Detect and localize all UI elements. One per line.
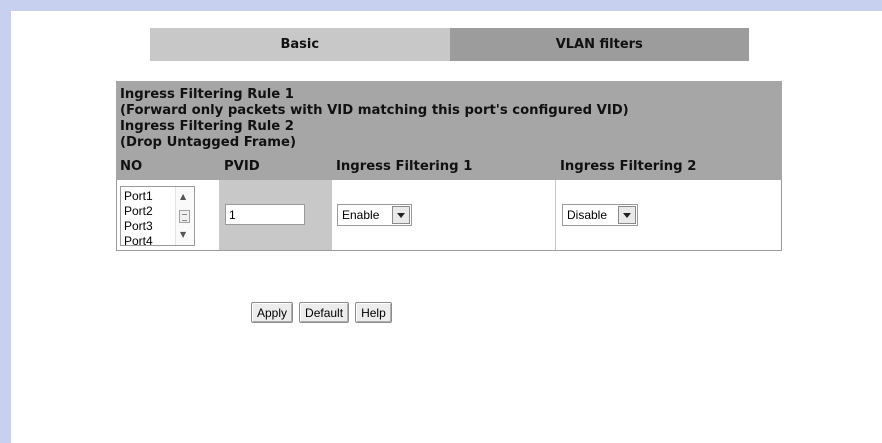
ingress-filtering-1-select[interactable]: Enable bbox=[337, 204, 412, 226]
header-ingress-2: Ingress Filtering 2 bbox=[560, 159, 697, 174]
scroll-down-icon[interactable]: ▼ bbox=[180, 231, 186, 239]
pvid-input[interactable]: 1 bbox=[225, 204, 305, 225]
ingress-2-value: Disable bbox=[567, 208, 608, 222]
default-button[interactable]: Default bbox=[299, 302, 350, 323]
rule-1-desc: (Forward only packets with VID matching … bbox=[120, 103, 629, 118]
header-ingress-1: Ingress Filtering 1 bbox=[336, 159, 473, 174]
tab-basic[interactable]: Basic bbox=[150, 28, 450, 61]
rule-1-title: Ingress Filtering Rule 1 bbox=[120, 87, 294, 102]
port-option[interactable]: Port1 bbox=[124, 189, 153, 204]
scroll-up-icon[interactable]: ▲ bbox=[180, 193, 186, 201]
port-listbox[interactable]: Port1 Port2 Port3 Port4 ▲ ▼ bbox=[120, 186, 195, 246]
scroll-thumb[interactable] bbox=[179, 210, 190, 223]
rules-description: Ingress Filtering Rule 1 (Forward only p… bbox=[116, 81, 782, 153]
header-pvid: PVID bbox=[224, 159, 260, 174]
rule-2-title: Ingress Filtering Rule 2 bbox=[120, 119, 294, 134]
port-option[interactable]: Port3 bbox=[124, 219, 153, 234]
pvid-cell: 1 bbox=[220, 180, 332, 250]
ingress-2-cell: Disable bbox=[556, 180, 781, 250]
tab-vlan-filters[interactable]: VLAN filters bbox=[449, 28, 749, 61]
action-buttons: Apply Default Help bbox=[251, 302, 392, 323]
header-no: NO bbox=[120, 159, 143, 174]
listbox-scrollbar[interactable]: ▲ ▼ bbox=[175, 187, 194, 245]
ingress-filtering-2-select[interactable]: Disable bbox=[562, 204, 638, 226]
vlan-filter-table: Ingress Filtering Rule 1 (Forward only p… bbox=[116, 81, 782, 251]
port-cell: Port1 Port2 Port3 Port4 ▲ ▼ bbox=[117, 180, 220, 250]
page-area: Basic VLAN filters Ingress Filtering Rul… bbox=[11, 11, 882, 443]
help-button[interactable]: Help bbox=[355, 302, 392, 323]
ingress-1-value: Enable bbox=[342, 208, 380, 222]
ingress-1-cell: Enable bbox=[332, 180, 556, 250]
port-option[interactable]: Port4 bbox=[124, 234, 153, 245]
rule-2-desc: (Drop Untagged Frame) bbox=[120, 135, 297, 150]
chevron-down-icon[interactable] bbox=[618, 206, 636, 224]
tab-bar: Basic VLAN filters bbox=[150, 28, 749, 61]
port-option[interactable]: Port2 bbox=[124, 204, 153, 219]
table-row: Port1 Port2 Port3 Port4 ▲ ▼ 1 Enable Dis… bbox=[116, 180, 782, 251]
chevron-down-icon[interactable] bbox=[392, 206, 410, 224]
apply-button[interactable]: Apply bbox=[251, 302, 294, 323]
table-header: NO PVID Ingress Filtering 1 Ingress Filt… bbox=[116, 153, 782, 180]
